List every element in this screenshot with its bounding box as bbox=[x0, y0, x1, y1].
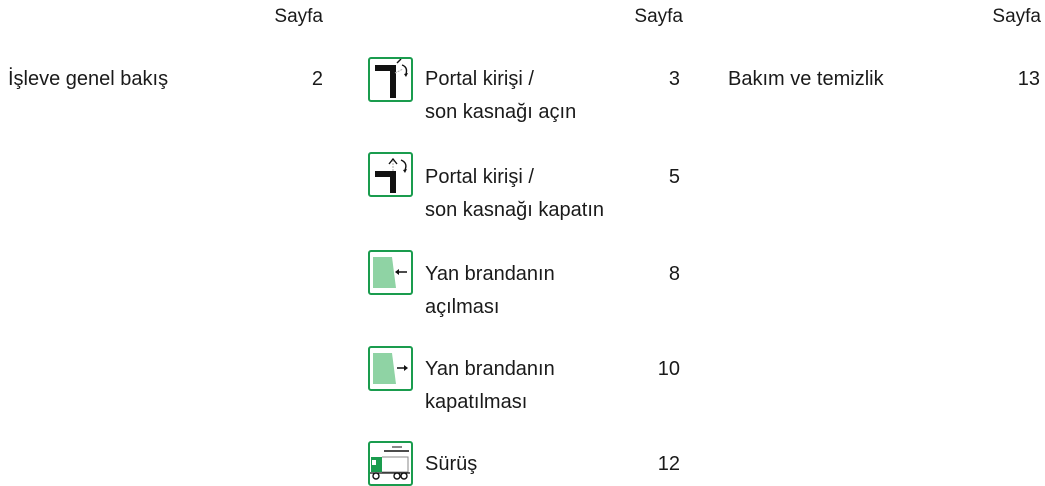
toc-entry-title-line1[interactable]: Portal kirişi / bbox=[425, 63, 534, 95]
toc-entry-title-line2[interactable]: son kasnağı kapatın bbox=[425, 194, 604, 226]
toc-entry-page: 2 bbox=[311, 68, 323, 90]
toc-entry-page: 5 bbox=[668, 166, 680, 188]
toc-entry-page: 13 bbox=[1017, 68, 1040, 90]
toc-entry-title-line2[interactable]: son kasnağı açın bbox=[425, 96, 576, 128]
toc-entry-page: 3 bbox=[668, 68, 680, 90]
toc-entry-title-line2[interactable]: kapatılması bbox=[425, 386, 527, 418]
toc-entry-title-line1[interactable]: Portal kirişi / bbox=[425, 161, 534, 193]
column-3-page-header: Sayfa bbox=[992, 6, 1041, 27]
portal-close-icon bbox=[368, 152, 413, 197]
toc-entry-page: 10 bbox=[657, 358, 680, 380]
curtain-open-icon bbox=[368, 250, 413, 295]
column-1-page-header: Sayfa bbox=[274, 6, 323, 27]
column-2-page-header: Sayfa bbox=[634, 6, 683, 27]
toc-entry-title-line1[interactable]: Yan brandanın bbox=[425, 353, 555, 385]
toc-entry-title[interactable]: Bakım ve temizlik bbox=[728, 63, 884, 95]
toc-entry-title[interactable]: İşleve genel bakış bbox=[8, 63, 168, 95]
curtain-close-icon bbox=[368, 346, 413, 391]
toc-entry-title-line1[interactable]: Yan brandanın bbox=[425, 258, 555, 290]
portal-open-icon bbox=[368, 57, 413, 102]
toc-entry-page: 12 bbox=[657, 453, 680, 475]
toc-entry-title-line1[interactable]: Sürüş bbox=[425, 448, 477, 480]
toc-entry-title-line2[interactable]: açılması bbox=[425, 291, 499, 323]
truck-driving-icon bbox=[368, 441, 413, 486]
toc-entry-page: 8 bbox=[668, 263, 680, 285]
